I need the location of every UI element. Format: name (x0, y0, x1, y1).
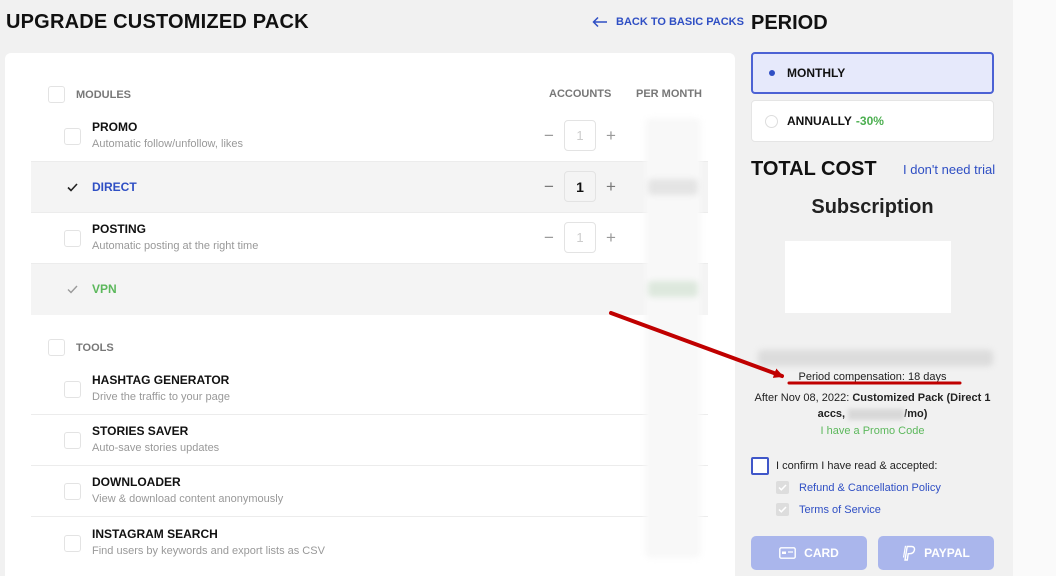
period-title: PERIOD (751, 12, 828, 34)
tools-group-checkbox[interactable] (48, 339, 65, 356)
decrement-button[interactable]: − (541, 126, 557, 146)
stories-saver-checkbox[interactable] (64, 432, 81, 449)
checkmark-icon (67, 183, 78, 192)
refund-policy-link[interactable]: Refund & Cancellation Policy (776, 481, 941, 494)
renewal-date: After Nov 08, 2022: (754, 392, 853, 404)
period-option-monthly[interactable]: MONTHLY (751, 52, 994, 94)
terms-of-service-link[interactable]: Terms of Service (776, 503, 881, 516)
tool-name: STORIES SAVER (92, 424, 189, 438)
module-row-posting[interactable]: POSTING Automatic posting at the right t… (31, 213, 708, 264)
module-name: POSTING (92, 222, 147, 236)
monthly-label: MONTHLY (787, 66, 846, 80)
vpn-checkbox[interactable] (64, 281, 81, 298)
monthly-radio[interactable] (765, 67, 778, 80)
renewal-suffix: /mo) (904, 408, 928, 420)
promo-code-link[interactable]: I have a Promo Code (751, 425, 994, 437)
page-edge (1013, 0, 1056, 576)
module-row-promo[interactable]: PROMO Automatic follow/unfollow, likes −… (31, 111, 708, 162)
module-name: VPN (92, 282, 117, 296)
redacted-summary-line (758, 350, 993, 366)
tool-row-instagram-search[interactable]: INSTAGRAM SEARCH Find users by keywords … (31, 518, 708, 569)
confirm-terms[interactable]: I confirm I have read & accepted: (751, 457, 937, 475)
renewal-price-redacted (848, 408, 905, 420)
checkmark-icon (67, 285, 78, 294)
period-option-annually[interactable]: ANNUALLY -30% (751, 100, 994, 142)
confirm-label: I confirm I have read & accepted: (776, 460, 938, 472)
card-label: CARD (804, 546, 839, 560)
tool-name: HASHTAG GENERATOR (92, 373, 230, 387)
modules-group-checkbox[interactable] (48, 86, 65, 103)
no-trial-link[interactable]: I don't need trial (903, 162, 995, 177)
modules-panel: MODULES ACCOUNTS PER MONTH PROMO Automat… (5, 53, 735, 576)
posting-accounts-stepper[interactable]: − 1 + (541, 222, 619, 253)
accounts-value[interactable]: 1 (564, 120, 596, 151)
promo-checkbox[interactable] (64, 128, 81, 145)
terms-checkbox[interactable] (776, 503, 789, 516)
modules-group-label: MODULES (76, 88, 131, 101)
increment-button[interactable]: + (603, 177, 619, 197)
accounts-column-header: ACCOUNTS (549, 88, 612, 100)
pay-card-button[interactable]: CARD (751, 536, 867, 570)
tool-row-downloader[interactable]: DOWNLOADER View & download content anony… (31, 466, 708, 517)
refund-checkbox[interactable] (776, 481, 789, 494)
module-row-direct[interactable]: DIRECT − 1 + (31, 162, 708, 213)
renewal-note: After Nov 08, 2022: Customized Pack (Dir… (751, 390, 994, 422)
module-description: Automatic follow/unfollow, likes (92, 138, 244, 150)
paypal-icon (903, 545, 916, 561)
decrement-button[interactable]: − (541, 177, 557, 197)
confirm-checkbox[interactable] (751, 457, 769, 475)
tool-description: View & download content anonymously (92, 493, 284, 505)
tool-description: Find users by keywords and export lists … (92, 545, 325, 557)
paypal-label: PAYPAL (924, 546, 970, 560)
annual-discount: -30% (855, 114, 884, 128)
increment-button[interactable]: + (603, 126, 619, 146)
promo-accounts-stepper[interactable]: − 1 + (541, 120, 619, 151)
pay-paypal-button[interactable]: PAYPAL (878, 536, 994, 570)
checkmark-icon (778, 506, 787, 513)
modules-group-header[interactable]: MODULES (48, 86, 131, 103)
tool-description: Drive the traffic to your page (92, 391, 230, 403)
downloader-checkbox[interactable] (64, 483, 81, 500)
vpn-price-redacted (648, 281, 698, 297)
tool-name: INSTAGRAM SEARCH (92, 527, 218, 541)
direct-checkbox[interactable] (64, 179, 81, 196)
instagram-search-checkbox[interactable] (64, 535, 81, 552)
direct-accounts-stepper[interactable]: − 1 + (541, 171, 619, 202)
tool-row-hashtag-generator[interactable]: HASHTAG GENERATOR Drive the traffic to y… (31, 364, 708, 415)
annually-label: ANNUALLY (787, 114, 852, 128)
hashtag-generator-checkbox[interactable] (64, 381, 81, 398)
total-cost-title: TOTAL COST (751, 158, 877, 180)
module-name: DIRECT (92, 180, 137, 194)
module-row-vpn[interactable]: VPN (31, 264, 708, 315)
tool-name: DOWNLOADER (92, 475, 181, 489)
tool-row-stories-saver[interactable]: STORIES SAVER Auto-save stories updates (31, 415, 708, 466)
tools-group-label: TOOLS (76, 341, 114, 354)
tools-group-header[interactable]: TOOLS (48, 339, 114, 356)
arrow-left-icon (592, 16, 607, 28)
decrement-button[interactable]: − (541, 228, 557, 248)
per-month-column-header: PER MONTH (636, 88, 702, 100)
module-description: Automatic posting at the right time (92, 240, 259, 252)
period-compensation: Period compensation: 18 days (798, 371, 947, 383)
refund-label: Refund & Cancellation Policy (799, 481, 941, 494)
accounts-value[interactable]: 1 (564, 171, 596, 202)
annually-radio[interactable] (765, 114, 778, 128)
card-icon (779, 547, 797, 559)
posting-checkbox[interactable] (64, 230, 81, 247)
accounts-value[interactable]: 1 (564, 222, 596, 253)
terms-label: Terms of Service (799, 503, 881, 516)
increment-button[interactable]: + (603, 228, 619, 248)
page-title: UPGRADE CUSTOMIZED PACK (6, 11, 309, 33)
checkmark-icon (778, 484, 787, 491)
module-name: PROMO (92, 120, 138, 134)
price-box (785, 241, 951, 313)
tool-description: Auto-save stories updates (92, 442, 220, 454)
direct-price-redacted (648, 179, 698, 195)
back-to-basic-packs-link[interactable]: BACK TO BASIC PACKS (592, 16, 744, 28)
back-link-label: BACK TO BASIC PACKS (616, 16, 744, 28)
subscription-title: Subscription (811, 196, 934, 218)
